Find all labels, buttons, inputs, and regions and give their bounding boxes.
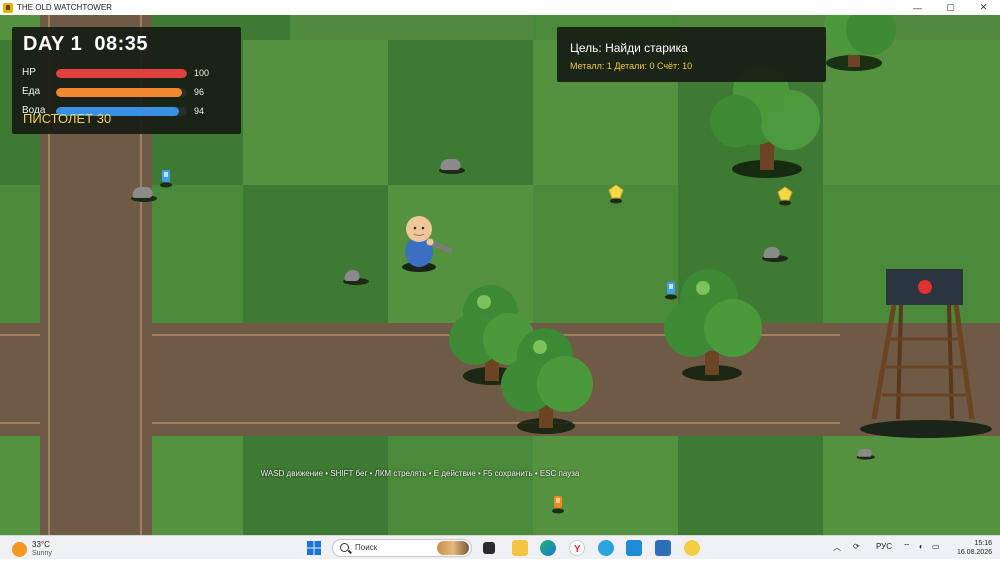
- window-title: THE OLD WATCHTOWER: [17, 3, 112, 12]
- app-icon: [3, 2, 13, 13]
- stat-label: Еда: [22, 86, 41, 97]
- game-viewport[interactable]: DAY 1 08:35 HP 100 Еда 96 Вода 94 ПИСТОЛЕТ 30…: [0, 15, 1000, 535]
- day-label: DAY 1: [23, 33, 83, 55]
- tree: [816, 15, 896, 75]
- rock[interactable]: [439, 159, 465, 174]
- watchtower[interactable]: [856, 267, 996, 441]
- task-view-icon[interactable]: [483, 542, 495, 554]
- weather-condition: Sunny: [32, 550, 52, 557]
- tree: [660, 267, 764, 384]
- python-icon[interactable]: [684, 540, 700, 556]
- weapon-ammo-label: ПИСТОЛЕТ 30: [23, 111, 112, 126]
- tray-sync-icon[interactable]: ⟳: [853, 542, 860, 551]
- stat-label: HP: [22, 67, 36, 78]
- rock[interactable]: [762, 247, 788, 262]
- search-placeholder: Поиск: [355, 543, 378, 552]
- tray-chevron-icon[interactable]: ︿: [833, 542, 841, 553]
- file-explorer-icon[interactable]: [512, 540, 528, 556]
- search-icon: [340, 543, 349, 552]
- taskbar-search[interactable]: Поиск: [332, 539, 472, 557]
- minimize-button[interactable]: —: [901, 0, 934, 15]
- close-button[interactable]: ✕: [967, 0, 1000, 15]
- taskbar-clock[interactable]: 15:16 16.08.2026: [957, 539, 992, 557]
- vscode-icon[interactable]: [626, 540, 642, 556]
- weather-temp: 33°C: [32, 540, 50, 549]
- stat-bar-fill: [56, 69, 187, 78]
- red-lamp-icon: [918, 280, 932, 294]
- telegram-icon[interactable]: [598, 540, 614, 556]
- quest-goal: Цель: Найди старика: [570, 41, 688, 55]
- rock[interactable]: [343, 270, 369, 285]
- rock[interactable]: [856, 449, 875, 460]
- stat-bar: [56, 69, 187, 78]
- search-highlight-image: [437, 541, 469, 555]
- volume-icon[interactable]: ◖: [918, 542, 923, 551]
- svg-text:Y: Y: [574, 544, 581, 555]
- clock-time: 15:16: [974, 540, 992, 547]
- player-character[interactable]: [396, 211, 458, 273]
- taskbar: 33°C Sunny Поиск Y ︿ ⟳ РУС ⌔ ◖ ▭ 15:16 1…: [0, 535, 1000, 559]
- time-label: 08:35: [94, 33, 148, 55]
- rock[interactable]: [131, 187, 157, 202]
- resource-counters: Металл: 1 Детали: 0 Счёт: 10: [570, 61, 693, 71]
- day-time-display: DAY 1 08:35: [23, 33, 148, 56]
- yandex-browser-icon[interactable]: Y: [569, 540, 585, 556]
- maximize-button[interactable]: ▢: [934, 0, 967, 15]
- stat-value: 96: [194, 87, 205, 97]
- controls-hint: WASD движение • SHIFT бег • ЛКМ стрелять…: [260, 469, 580, 478]
- canister-pickup-orange[interactable]: [550, 494, 566, 514]
- stat-bar-fill: [56, 88, 182, 97]
- start-icon[interactable]: [306, 540, 322, 556]
- wifi-icon[interactable]: ⌔: [903, 542, 911, 552]
- stat-bar: [56, 88, 187, 97]
- edge-icon[interactable]: [540, 540, 556, 556]
- hud-status-panel: DAY 1 08:35 HP 100 Еда 96 Вода 94 ПИСТОЛЕТ 30: [12, 27, 241, 134]
- gem-pickup-yellow[interactable]: [607, 184, 625, 204]
- battery-icon[interactable]: ▭: [932, 542, 940, 551]
- stat-value: 94: [194, 106, 205, 116]
- language-indicator[interactable]: РУС: [876, 542, 892, 551]
- window-titlebar: THE OLD WATCHTOWER — ▢ ✕: [0, 0, 1000, 15]
- sun-icon: [12, 542, 27, 557]
- store-icon[interactable]: [655, 540, 671, 556]
- tree: [497, 326, 595, 436]
- bottle-pickup-blue[interactable]: [158, 168, 174, 188]
- quest-panel: Цель: Найди старика Металл: 1 Детали: 0 …: [557, 27, 826, 82]
- clock-date: 16.08.2026: [956, 549, 992, 556]
- stat-value: 100: [194, 68, 210, 78]
